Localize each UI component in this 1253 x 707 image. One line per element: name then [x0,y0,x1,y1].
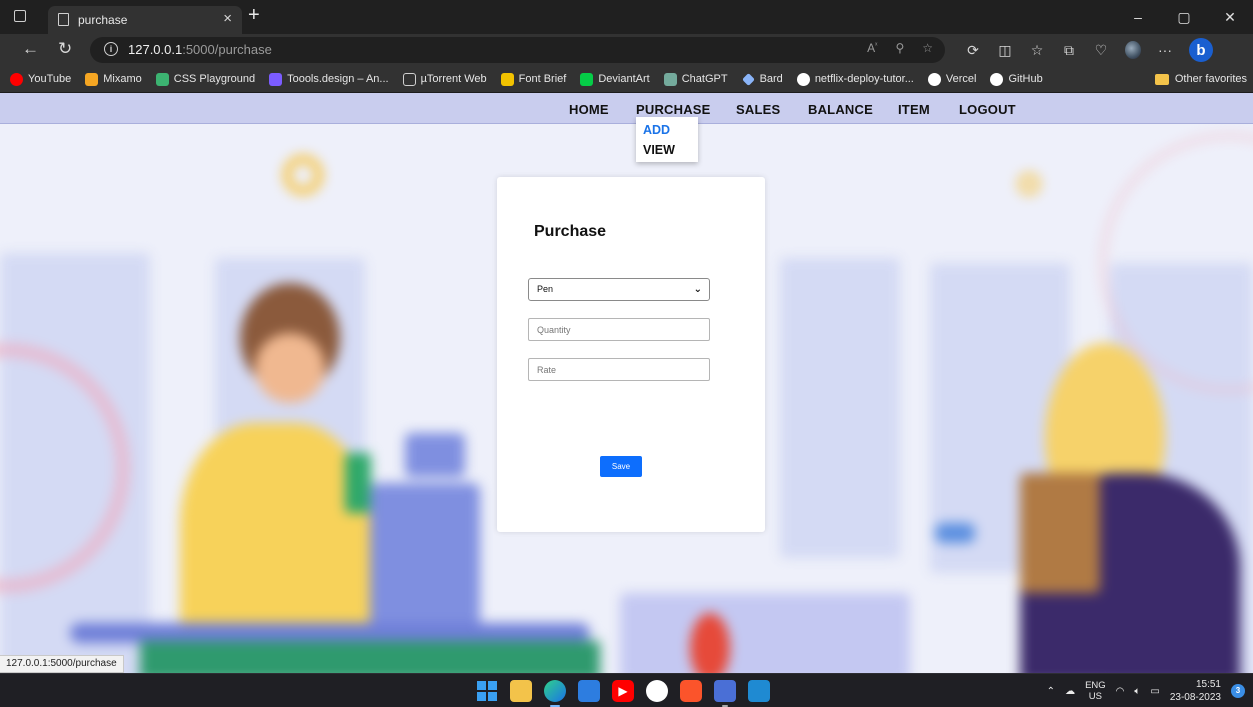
extensions-icon[interactable]: ⟳ [965,42,981,58]
item-select-value: Pen [537,284,554,294]
windows-start-icon[interactable] [476,680,498,702]
nav-balance[interactable]: BALANCE [808,102,873,117]
tab-title: purchase [78,13,128,27]
nav-sales[interactable]: SALES [736,102,780,117]
url-path: :5000/purchase [182,42,272,57]
window-controls: – ▢ ✕ [1115,0,1253,34]
wifi-icon[interactable]: ◠ [1116,686,1125,697]
brave-browser-icon[interactable] [680,680,702,702]
bookmark-css-playground[interactable]: CSS Playground [155,72,255,86]
onedrive-cloud-icon[interactable]: ☁ [1065,686,1075,697]
address-bar[interactable]: i 127.0.0.1:5000/purchase Aˣ ⚲ ☆ [90,37,945,63]
language-indicator[interactable]: ENG US [1085,680,1106,702]
youtube-icon [10,72,23,86]
more-options-icon[interactable]: ··· [1157,42,1173,58]
tab-close-icon[interactable]: × [223,10,232,27]
bookmark-toools-design[interactable]: Toools.design – An... [269,72,389,86]
address-bar-row: ← ↻ i 127.0.0.1:5000/purchase Aˣ ⚲ ☆ ⟳ ◫… [0,34,1253,66]
address-bar-actions: Aˣ ⚲ ☆ [867,41,933,55]
nav-purchase[interactable]: PURCHASE [636,102,711,117]
folder-icon [1154,73,1169,85]
chevron-up-icon[interactable]: ⌃ [1047,686,1055,697]
bookmark-chatgpt[interactable]: ChatGPT [663,72,728,86]
url-text: 127.0.0.1:5000/purchase [128,42,272,57]
youtube-app-icon[interactable]: ▶ [612,680,634,702]
tab-actions-icon[interactable] [14,10,26,22]
refresh-icon[interactable]: ↻ [58,39,72,59]
read-aloud-icon[interactable]: Aˣ [867,41,877,55]
volume-icon[interactable]: 🔈︎ [1134,686,1140,697]
vercel-triangle-icon [927,72,941,86]
vercel-triangle-icon [796,72,810,86]
snipping-tool-icon[interactable] [714,680,736,707]
url-host: 127.0.0.1 [128,42,183,57]
bookmark-utorrent[interactable]: µTorrent Web [402,72,487,86]
microsoft-store-icon[interactable] [578,680,600,702]
mixamo-icon [85,72,99,86]
other-favorites[interactable]: Other favorites [1154,73,1247,85]
item-select[interactable]: Pen ⌄ [528,278,710,301]
nav-item[interactable]: ITEM [898,102,930,117]
taskbar-apps: ▶ [476,680,770,707]
font-brief-icon [500,72,514,86]
favorites-icon[interactable]: ☆ [1029,42,1045,58]
split-screen-icon[interactable]: ◫ [997,42,1013,58]
bookmark-mixamo[interactable]: Mixamo [85,72,142,86]
system-tray: ⌃ ☁ ENG US ◠ 🔈︎ ▭ 15:51 23-08-2023 3 [1047,677,1245,705]
github-icon [990,72,1004,86]
quantity-input[interactable] [528,318,710,341]
page-viewport: HOME PURCHASE SALES BALANCE ITEM LOGOUT … [0,93,1253,673]
clock[interactable]: 15:51 23-08-2023 [1170,678,1221,704]
notification-badge[interactable]: 3 [1231,684,1245,698]
chatgpt-icon [663,72,677,86]
bookmark-youtube[interactable]: YouTube [10,72,71,86]
browser-tab[interactable]: purchase × [48,6,242,34]
bookmark-github[interactable]: GitHub [990,72,1043,86]
bookmark-netflix-deploy[interactable]: netflix-deploy-tutor... [796,72,914,86]
purchase-dropdown-menu: ADD VIEW [636,117,698,162]
status-bar-url: 127.0.0.1:5000/purchase [0,655,124,673]
bookmarks-bar: YouTube Mixamo CSS Playground Toools.des… [0,66,1253,93]
close-window-button[interactable]: ✕ [1207,0,1253,34]
windows-taskbar: ▶ ⌃ ☁ ENG US ◠ 🔈︎ ▭ 15:51 23-08-2023 3 [0,673,1253,707]
bing-copilot-icon[interactable]: b [1189,38,1213,62]
back-arrow-icon[interactable]: ← [22,39,39,59]
bookmark-font-brief[interactable]: Font Brief [500,72,566,86]
battery-icon[interactable]: ▭ [1150,686,1159,697]
maximize-button[interactable]: ▢ [1161,0,1207,34]
top-navbar: HOME PURCHASE SALES BALANCE ITEM LOGOUT [0,93,1253,124]
toools-icon [269,72,283,86]
dropdown-add[interactable]: ADD [643,123,670,137]
collections-icon[interactable]: ⧉ [1061,42,1077,58]
dropdown-view[interactable]: VIEW [643,143,675,157]
css-playground-icon [155,72,169,86]
save-button[interactable]: Save [600,456,642,477]
nav-home[interactable]: HOME [569,102,609,117]
browser-essentials-icon[interactable]: ♡ [1093,42,1109,58]
minimize-button[interactable]: – [1115,0,1161,34]
bard-icon [741,72,755,86]
browser-tab-strip: purchase × + – ▢ ✕ [0,0,1253,34]
rate-input[interactable] [528,358,710,381]
chevron-down-icon: ⌄ [693,284,702,295]
page-icon [58,13,69,26]
zoom-icon[interactable]: ⚲ [895,41,904,55]
edge-browser-icon[interactable] [544,680,566,707]
profile-avatar[interactable] [1125,41,1141,59]
nav-logout[interactable]: LOGOUT [959,102,1016,117]
page-icon [402,72,416,86]
site-info-icon[interactable]: i [104,42,118,56]
bookmark-vercel[interactable]: Vercel [927,72,976,86]
file-explorer-icon[interactable] [510,680,532,702]
form-title: Purchase [534,223,607,240]
purchase-form-card: Purchase Pen ⌄ Save [497,177,765,532]
bookmark-bard[interactable]: Bard [741,72,783,86]
favorite-star-icon[interactable]: ☆ [922,41,933,55]
bookmark-deviantart[interactable]: DeviantArt [580,72,650,86]
vscode-icon[interactable] [748,680,770,702]
deviantart-icon [580,72,594,86]
browser-toolbar: ⟳ ◫ ☆ ⧉ ♡ ··· b [965,34,1213,66]
github-desktop-icon[interactable] [646,680,668,702]
new-tab-button[interactable]: + [248,4,260,27]
